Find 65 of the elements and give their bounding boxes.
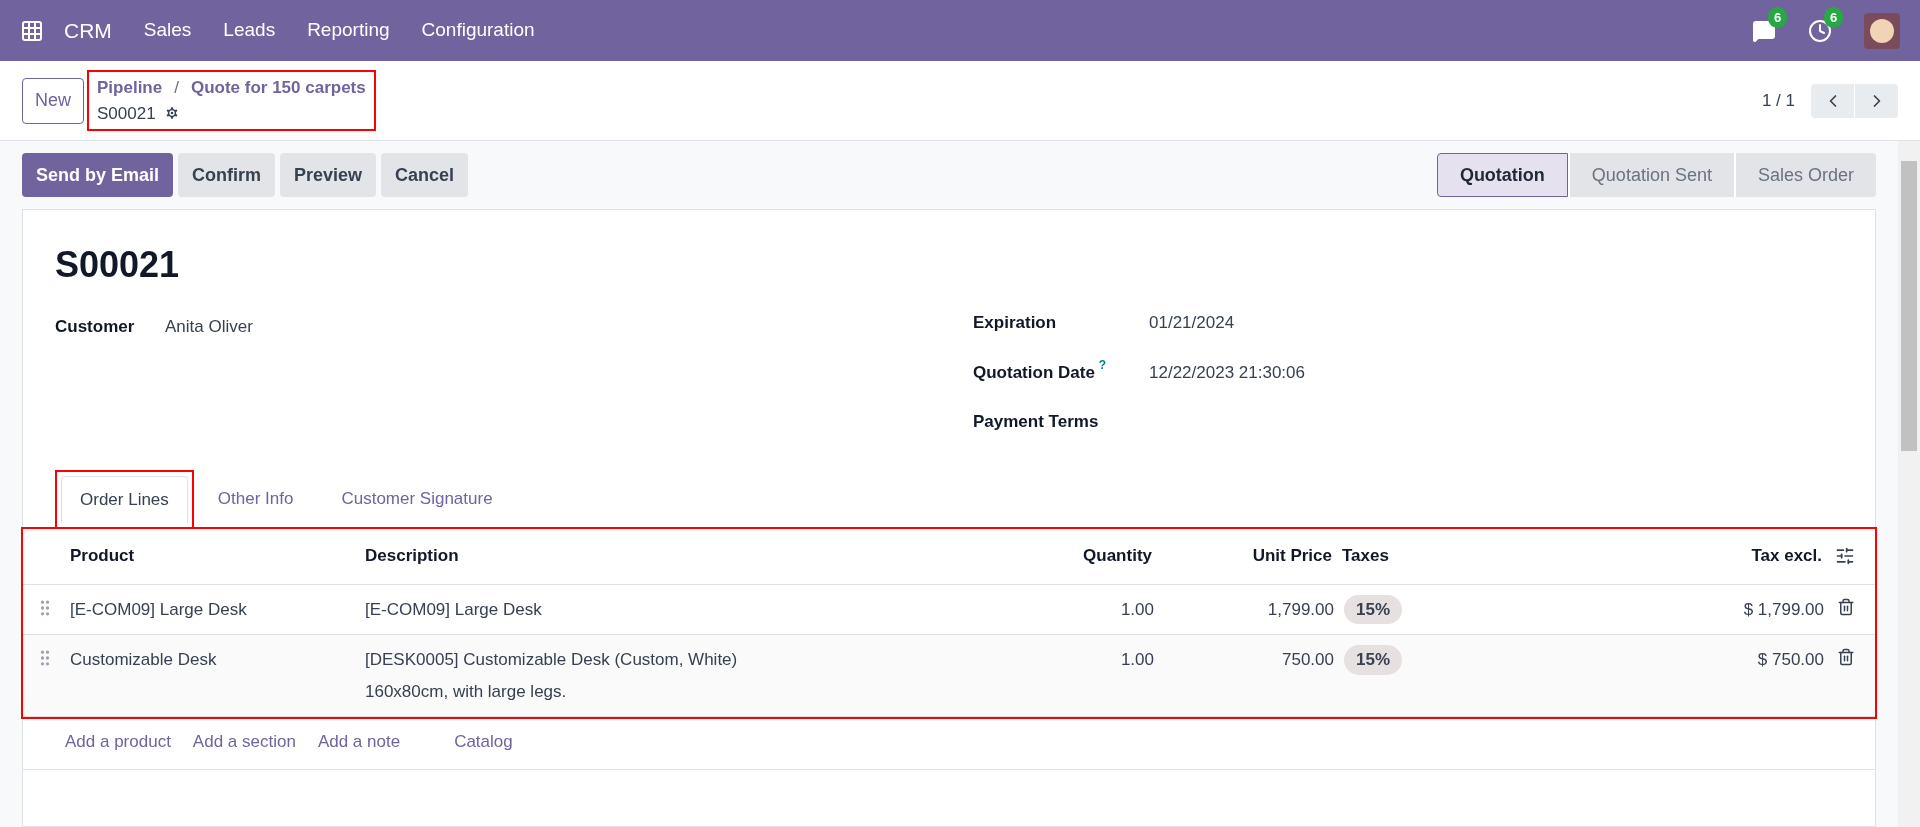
column-settings-icon[interactable]: [1835, 546, 1855, 566]
scrollbar[interactable]: [1898, 141, 1920, 827]
column-header[interactable]: Unit Price: [1157, 543, 1337, 569]
action-button[interactable]: Preview: [280, 153, 377, 197]
app-name[interactable]: CRM: [64, 14, 112, 47]
tax-tag: 15%: [1344, 594, 1403, 624]
record-name: S00021: [97, 102, 156, 125]
add-link[interactable]: Add a section: [192, 729, 296, 755]
form-tab[interactable]: Customer Signature: [323, 476, 511, 522]
messages-icon[interactable]: [1752, 18, 1776, 43]
table-cell-text: 1.00: [1119, 598, 1155, 621]
activities-icon[interactable]: [1808, 18, 1832, 43]
status-stage[interactable]: Sales Order: [1733, 153, 1876, 197]
menu-item[interactable]: Leads: [223, 16, 276, 45]
table-cell-text: Customizable Desk: [69, 649, 218, 671]
action-button[interactable]: Confirm: [178, 153, 276, 197]
trash-icon[interactable]: [1837, 648, 1855, 666]
table-cell-text: [E-COM09] Large Desk: [365, 598, 543, 621]
column-header[interactable]: Description: [360, 543, 967, 569]
table-cell-text: $ 1,799.00: [1742, 598, 1825, 621]
menu-item[interactable]: Sales: [143, 16, 192, 45]
menu-item[interactable]: Reporting: [307, 16, 390, 45]
column-header[interactable]: Tax excl.: [1477, 543, 1827, 569]
column-header[interactable]: Taxes: [1337, 543, 1477, 569]
add-link[interactable]: Add a product: [65, 729, 171, 755]
column-header[interactable]: Product: [65, 543, 360, 569]
breadcrumb-link[interactable]: Pipeline: [97, 75, 163, 101]
new-button[interactable]: New: [22, 77, 84, 124]
table-cell-text: 1,799.00: [1266, 598, 1335, 621]
record-title: S00021: [55, 243, 181, 287]
field-label: Quotation Date: [973, 361, 1095, 384]
action-button[interactable]: Cancel: [381, 153, 469, 197]
breadcrumb-separator: /: [174, 77, 179, 99]
pager-value: 1 / 1: [1761, 89, 1795, 112]
form-tab[interactable]: Other Info: [199, 476, 312, 522]
table-cell-text: [E-COM09] Large Desk: [69, 598, 248, 621]
table-cell-text: $ 750.00: [1756, 649, 1825, 671]
status-stage[interactable]: Quotation Sent: [1567, 153, 1734, 197]
field-label: Payment Terms: [973, 411, 1099, 433]
status-stage[interactable]: Quotation: [1436, 153, 1568, 197]
help-tooltip[interactable]: ?: [1098, 357, 1107, 372]
form-tab[interactable]: Order Lines: [61, 476, 188, 523]
field-value[interactable]: 12/22/2023 21:30:06: [1149, 359, 1305, 385]
table-cell-text: 1.00: [1119, 649, 1155, 671]
user-avatar[interactable]: [1864, 12, 1900, 49]
messages-badge: 6: [1768, 6, 1788, 28]
action-button[interactable]: Send by Email: [22, 153, 174, 197]
add-link[interactable]: Catalog: [454, 729, 513, 755]
field-label: Customer: [55, 316, 136, 338]
add-link[interactable]: Add a note: [317, 729, 401, 755]
column-header[interactable]: Quantity: [967, 543, 1157, 569]
table-cell-text: 160x80cm, with large legs.: [365, 680, 568, 703]
trash-icon[interactable]: [1837, 597, 1855, 616]
order-line-row[interactable]: Customizable Desk [DESK0005] Customizable Desk (Custom, White) 160x80cm, with large legs. 1.00 750.00 15% $ 750.00: [23, 635, 1875, 717]
table-cell-text: [DESK0005] Customizable Desk (Custom, White): [365, 649, 739, 671]
tax-tag: 15%: [1344, 645, 1403, 675]
field-value[interactable]: 01/21/2024: [1149, 310, 1235, 336]
field-label: Expiration: [973, 312, 1057, 334]
breadcrumb-link[interactable]: Quote for 150 carpets: [190, 75, 366, 101]
activities-badge: 6: [1824, 6, 1844, 28]
apps-menu-icon[interactable]: [20, 18, 44, 43]
menu-item[interactable]: Configuration: [421, 16, 535, 45]
table-cell-text: 750.00: [1281, 649, 1335, 671]
field-value[interactable]: Anita Oliver: [165, 314, 253, 340]
settings-icon[interactable]: [163, 105, 180, 122]
